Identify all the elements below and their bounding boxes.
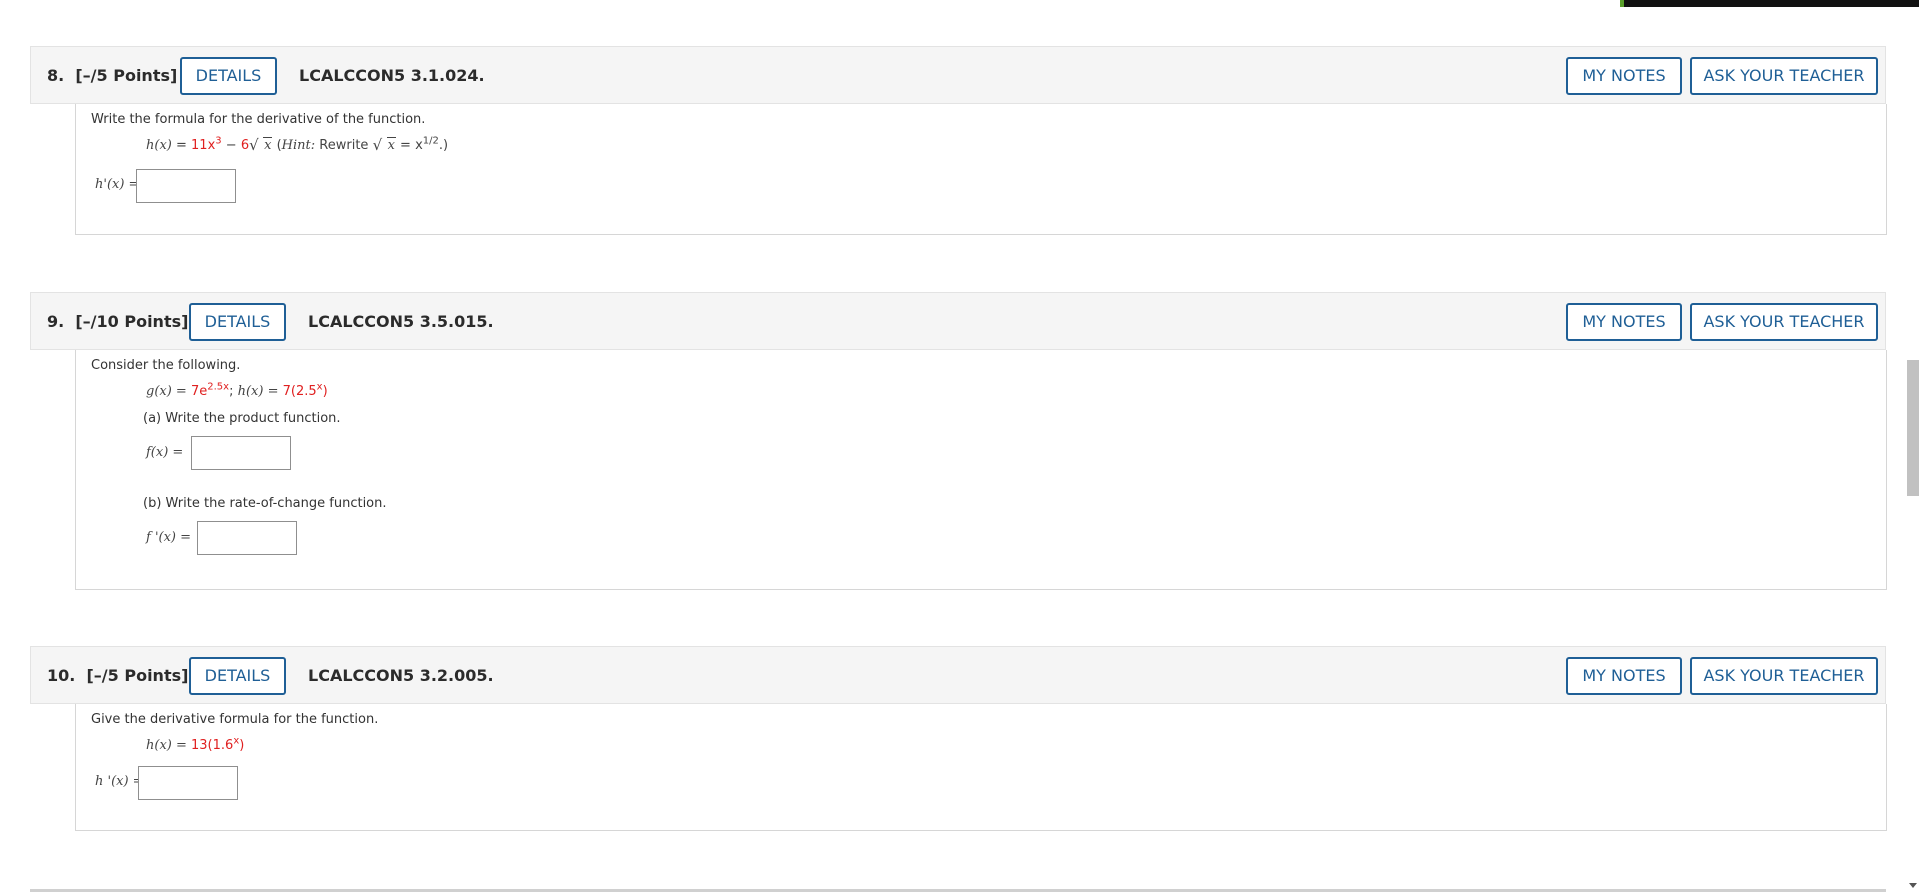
details-button[interactable]: DETAILS [180, 57, 277, 95]
function-expression: h(x) = 11x3 − 6x (Hint: Rewrite x = x1/2… [146, 136, 448, 154]
question-prompt: Consider the following. [91, 358, 241, 373]
question-body: Write the formula for the derivative of … [75, 104, 1887, 235]
function-expression: h(x) = 13(1.6x) [146, 735, 245, 753]
ask-your-teacher-button[interactable]: ASK YOUR TEACHER [1690, 57, 1878, 95]
ask-your-teacher-button[interactable]: ASK YOUR TEACHER [1690, 303, 1878, 341]
my-notes-button[interactable]: MY NOTES [1566, 657, 1682, 695]
my-notes-button[interactable]: MY NOTES [1566, 57, 1682, 95]
details-button[interactable]: DETAILS [189, 303, 286, 341]
answer-input[interactable] [138, 766, 238, 800]
part-b-label: f '(x) = [146, 530, 192, 545]
scroll-down-arrow-icon[interactable] [1909, 883, 1917, 888]
question-code: LCALCCON5 3.1.024. [299, 66, 485, 85]
question-code: LCALCCON5 3.2.005. [308, 666, 494, 685]
part-a-prompt: (a) Write the product function. [143, 411, 341, 426]
part-a-label: f(x) = [146, 445, 184, 460]
progress-marker [1620, 0, 1624, 7]
question-number: 10. [–/5 Points] [47, 666, 189, 685]
question-prompt: Give the derivative formula for the func… [91, 712, 379, 727]
question-header: 8. [–/5 Points] DETAILS LCALCCON5 3.1.02… [30, 46, 1886, 104]
points-label: [–/10 Points] [75, 312, 189, 331]
question-header: 10. [–/5 Points] DETAILS LCALCCON5 3.2.0… [30, 646, 1886, 704]
part-b-prompt: (b) Write the rate-of-change function. [143, 496, 387, 511]
answer-label: h'(x) = [95, 177, 140, 192]
part-a-input[interactable] [191, 436, 291, 470]
question-body: Consider the following. g(x) = 7e2.5x; h… [75, 350, 1887, 590]
question-prompt: Write the formula for the derivative of … [91, 112, 426, 127]
question-number: 9. [–/10 Points] [47, 312, 189, 331]
points-label: [–/5 Points] [86, 666, 189, 685]
top-progress-bar [1620, 0, 1919, 7]
my-notes-button[interactable]: MY NOTES [1566, 303, 1682, 341]
question-header: 9. [–/10 Points] DETAILS LCALCCON5 3.5.0… [30, 292, 1886, 350]
question-code: LCALCCON5 3.5.015. [308, 312, 494, 331]
scrollbar-thumb[interactable] [1907, 360, 1919, 496]
ask-your-teacher-button[interactable]: ASK YOUR TEACHER [1690, 657, 1878, 695]
answer-input[interactable] [136, 169, 236, 203]
question-body: Give the derivative formula for the func… [75, 704, 1887, 831]
details-button[interactable]: DETAILS [189, 657, 286, 695]
function-expression: g(x) = 7e2.5x; h(x) = 7(2.5x) [146, 381, 328, 399]
part-b-input[interactable] [197, 521, 297, 555]
answer-label: h '(x) = [95, 774, 144, 789]
question-number: 8. [–/5 Points] [47, 66, 178, 85]
points-label: [–/5 Points] [75, 66, 178, 85]
